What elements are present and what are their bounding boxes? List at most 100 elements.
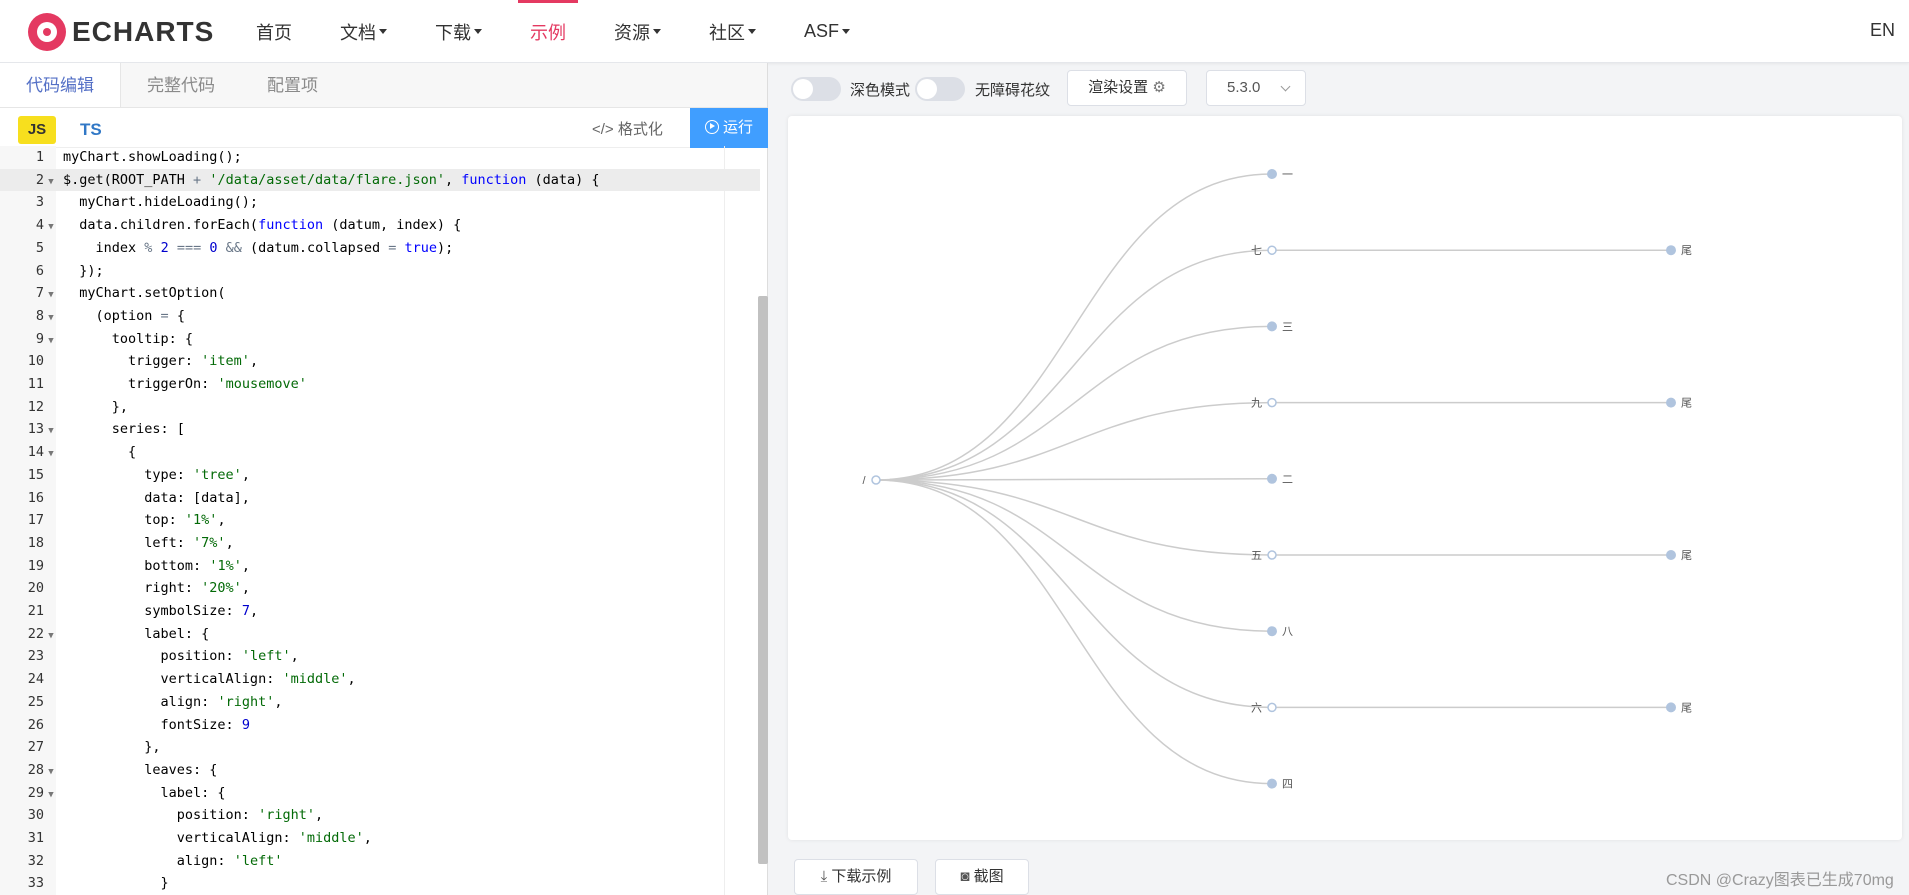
nav-item-0[interactable]: 首页 — [232, 0, 316, 63]
editor-tab-2[interactable]: 配置项 — [241, 63, 344, 107]
tree-root-node[interactable] — [871, 475, 881, 485]
code-line[interactable]: 26 fontSize: 9 — [0, 714, 760, 737]
nav-item-1[interactable]: 文档 — [316, 0, 411, 63]
tree-chart[interactable]: /一七 尾三九 尾二五 尾八六 尾四 — [788, 116, 1902, 840]
code-text: }, — [63, 739, 161, 756]
ts-button[interactable]: TS — [80, 116, 102, 144]
code-line[interactable]: 15 type: 'tree', — [0, 464, 760, 487]
tree-node-leaf[interactable] — [1267, 778, 1277, 789]
tree-node-leaf[interactable] — [1267, 169, 1277, 179]
code-line[interactable]: 33 } — [0, 872, 760, 895]
fold-arrow-icon[interactable]: ▼ — [44, 784, 58, 807]
fold-arrow-icon[interactable]: ▼ — [44, 171, 58, 194]
code-line[interactable]: 2 ▼ $.get(ROOT_PATH + '/data/asset/data/fl… — [0, 168, 760, 194]
code-text: align: 'left' — [63, 852, 283, 869]
nav-item-4[interactable]: 资源 — [590, 0, 685, 63]
tree-leaf-node[interactable] — [1666, 397, 1676, 408]
line-number: 5 — [35, 239, 44, 256]
code-line[interactable]: 32 align: 'left' — [0, 850, 760, 873]
tree-node-leaf[interactable] — [1267, 626, 1277, 637]
code-line[interactable]: 10 trigger: 'item', — [0, 350, 760, 373]
code-line[interactable]: 28 ▼ leaves: { — [0, 759, 760, 782]
tree-node-collapsed[interactable] — [1267, 702, 1277, 713]
aria-toggle[interactable] — [915, 77, 965, 101]
code-line[interactable]: 22 ▼ label: { — [0, 623, 760, 646]
line-number: 25 — [27, 693, 44, 710]
fold-arrow-icon[interactable]: ▼ — [44, 420, 58, 443]
caret-down-icon — [379, 29, 387, 34]
fold-arrow-icon[interactable]: ▼ — [44, 216, 58, 239]
line-number: 10 — [27, 353, 44, 370]
tree-node-collapsed[interactable] — [1267, 550, 1277, 560]
line-number: 2 — [35, 171, 44, 188]
code-line[interactable]: 27 }, — [0, 736, 760, 759]
dark-mode-toggle[interactable] — [791, 77, 841, 101]
caret-down-icon — [474, 29, 482, 34]
tree-node-collapsed[interactable] — [1267, 245, 1277, 255]
fold-arrow-icon[interactable]: ▼ — [44, 761, 58, 784]
code-text: label: { — [63, 784, 226, 801]
code-line[interactable]: 14 ▼ { — [0, 441, 760, 464]
tree-node-leaf[interactable] — [1267, 321, 1277, 332]
tree-leaf-label: 尾 — [1681, 397, 1692, 410]
nav-item-6[interactable]: ASF — [780, 0, 874, 63]
line-number: 26 — [27, 716, 44, 733]
code-line[interactable]: 21 symbolSize: 7, — [0, 600, 760, 623]
code-line[interactable]: 31 verticalAlign: 'middle', — [0, 827, 760, 850]
code-editor[interactable]: 1 myChart.showLoading(); 2 ▼ $.get(ROOT_PATH… — [0, 146, 768, 895]
tree-node-label: 八 — [1282, 626, 1293, 638]
version-select[interactable]: 5.3.0 — [1206, 70, 1306, 106]
code-line[interactable]: 30 position: 'right', — [0, 804, 760, 827]
tree-node-leaf[interactable] — [1267, 473, 1277, 484]
render-settings-button[interactable]: 渲染设置 ⚙ — [1067, 70, 1187, 106]
code-line[interactable]: 12 }, — [0, 396, 760, 419]
code-text: index % 2 === 0 && (datum.collapsed = tr… — [63, 239, 454, 256]
echarts-logo[interactable]: ECHARTS — [28, 12, 214, 52]
tree-node-collapsed[interactable] — [1267, 397, 1277, 408]
nav-item-3[interactable]: 示例 — [506, 0, 590, 63]
code-line[interactable]: 29 ▼ label: { — [0, 782, 760, 805]
nav-item-5[interactable]: 社区 — [685, 0, 780, 63]
fold-arrow-icon[interactable]: ▼ — [44, 330, 58, 353]
code-line[interactable]: 4 ▼ data.children.forEach(function (datum… — [0, 214, 760, 237]
code-line[interactable]: 9 ▼ tooltip: { — [0, 328, 760, 351]
code-text: symbolSize: 7, — [63, 603, 259, 619]
code-line[interactable]: 24 verticalAlign: 'middle', — [0, 668, 760, 691]
code-line[interactable]: 3 myChart.hideLoading(); — [0, 191, 760, 214]
editor-tab-0[interactable]: 代码编辑 — [0, 63, 121, 107]
code-text: data.children.forEach(function (datum, i… — [63, 217, 462, 234]
fold-arrow-icon[interactable]: ▼ — [44, 625, 58, 648]
fold-arrow-icon[interactable]: ▼ — [44, 284, 58, 307]
screenshot-label: 截图 — [973, 868, 1004, 885]
fold-arrow-icon[interactable]: ▼ — [44, 443, 58, 466]
code-line[interactable]: 20 right: '20%', — [0, 577, 760, 600]
nav-item-label: 首页 — [256, 22, 292, 43]
format-button[interactable]: </> 格式化 — [592, 116, 663, 144]
code-line[interactable]: 19 bottom: '1%', — [0, 555, 760, 578]
run-button[interactable]: 运行 — [690, 108, 768, 148]
screenshot-button[interactable]: ◙ 截图 — [935, 859, 1029, 895]
code-line[interactable]: 16 data: [data], — [0, 487, 760, 510]
code-line[interactable]: 6 }); — [0, 260, 760, 283]
tree-leaf-node[interactable] — [1666, 702, 1676, 713]
js-button[interactable]: JS — [18, 116, 56, 144]
tree-leaf-node[interactable] — [1666, 550, 1676, 560]
code-line[interactable]: 1 myChart.showLoading(); — [0, 146, 760, 169]
code-line[interactable]: 5 index % 2 === 0 && (datum.collapsed = … — [0, 237, 760, 260]
code-line[interactable]: 8 ▼ (option = { — [0, 305, 760, 328]
code-line[interactable]: 25 align: 'right', — [0, 691, 760, 714]
code-line[interactable]: 18 left: '7%', — [0, 532, 760, 555]
code-line[interactable]: 23 position: 'left', — [0, 645, 760, 668]
format-label: 格式化 — [617, 121, 663, 138]
tree-leaf-node[interactable] — [1666, 245, 1676, 256]
editor-tab-1[interactable]: 完整代码 — [121, 63, 241, 107]
code-line[interactable]: 11 triggerOn: 'mousemove' — [0, 373, 760, 396]
code-line[interactable]: 7 ▼ myChart.setOption( — [0, 282, 760, 305]
line-number: 13 — [27, 421, 44, 438]
fold-arrow-icon[interactable]: ▼ — [44, 307, 58, 330]
code-line[interactable]: 13 ▼ series: [ — [0, 418, 760, 441]
language-switch[interactable]: EN — [1870, 20, 1895, 41]
download-example-button[interactable]: ⤓ 下载示例 — [794, 859, 918, 895]
nav-item-2[interactable]: 下载 — [411, 0, 506, 63]
code-line[interactable]: 17 top: '1%', — [0, 509, 760, 532]
